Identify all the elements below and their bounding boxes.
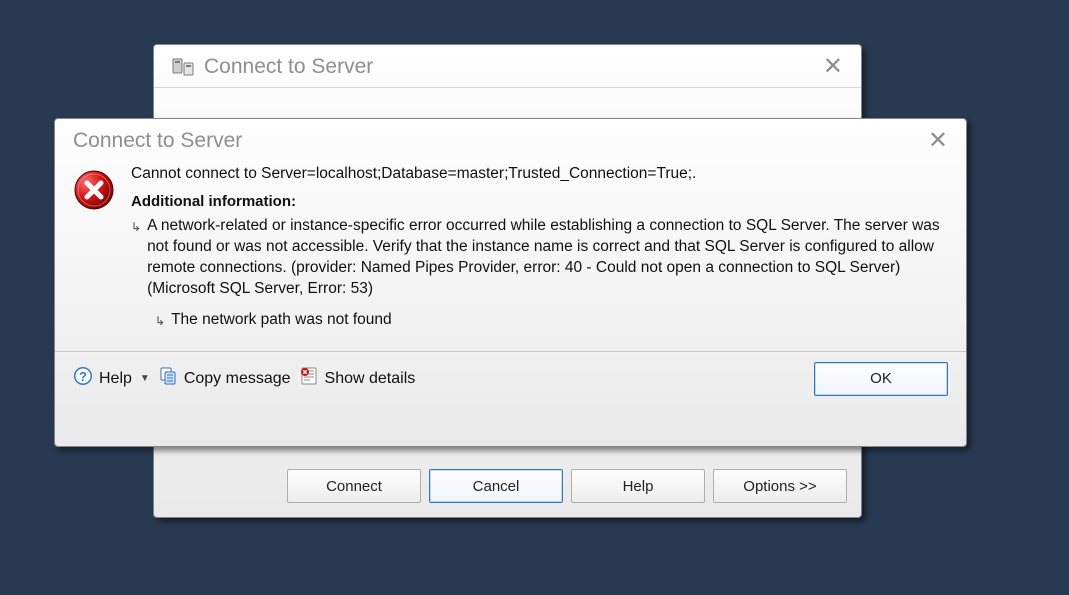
- error-dialog: Connect to Server ✕ Cannot connect to Se…: [54, 118, 967, 447]
- dialog-titlebar: Connect to Server ✕: [154, 45, 861, 88]
- error-detail-1: A network-related or instance-specific e…: [147, 216, 948, 300]
- details-icon: [299, 366, 319, 391]
- error-dialog-titlebar: Connect to Server ✕: [55, 119, 966, 161]
- close-icon[interactable]: ✕: [928, 129, 948, 153]
- help-link[interactable]: ? Help ▼: [73, 366, 150, 391]
- ok-button[interactable]: OK: [814, 362, 948, 396]
- chevron-down-icon: ▼: [140, 373, 150, 384]
- error-dialog-title: Connect to Server: [73, 129, 242, 153]
- error-detail-2: The network path was not found: [171, 310, 948, 331]
- dialog-title: Connect to Server: [204, 55, 373, 79]
- tree-arrow-icon: ↳: [155, 310, 165, 331]
- error-action-row: ? Help ▼ Copy message: [55, 352, 966, 410]
- svg-text:?: ?: [79, 369, 87, 384]
- cancel-button[interactable]: Cancel: [429, 469, 563, 503]
- error-message: Cannot connect to Server=localhost;Datab…: [131, 165, 948, 183]
- help-link-label: Help: [99, 370, 132, 388]
- copy-message-label: Copy message: [184, 370, 291, 388]
- tree-arrow-icon: ↳: [131, 216, 141, 300]
- close-icon[interactable]: ✕: [823, 55, 843, 79]
- show-details-link[interactable]: Show details: [299, 366, 416, 391]
- additional-info-heading: Additional information:: [131, 193, 948, 210]
- show-details-label: Show details: [325, 370, 416, 388]
- dialog-button-row: Connect Cancel Help Options >>: [287, 469, 847, 503]
- connect-button[interactable]: Connect: [287, 469, 421, 503]
- help-button[interactable]: Help: [571, 469, 705, 503]
- help-icon: ?: [73, 366, 93, 391]
- error-icon: [73, 169, 115, 331]
- server-icon: [172, 57, 194, 77]
- options-button[interactable]: Options >>: [713, 469, 847, 503]
- copy-icon: [158, 366, 178, 391]
- copy-message-link[interactable]: Copy message: [158, 366, 291, 391]
